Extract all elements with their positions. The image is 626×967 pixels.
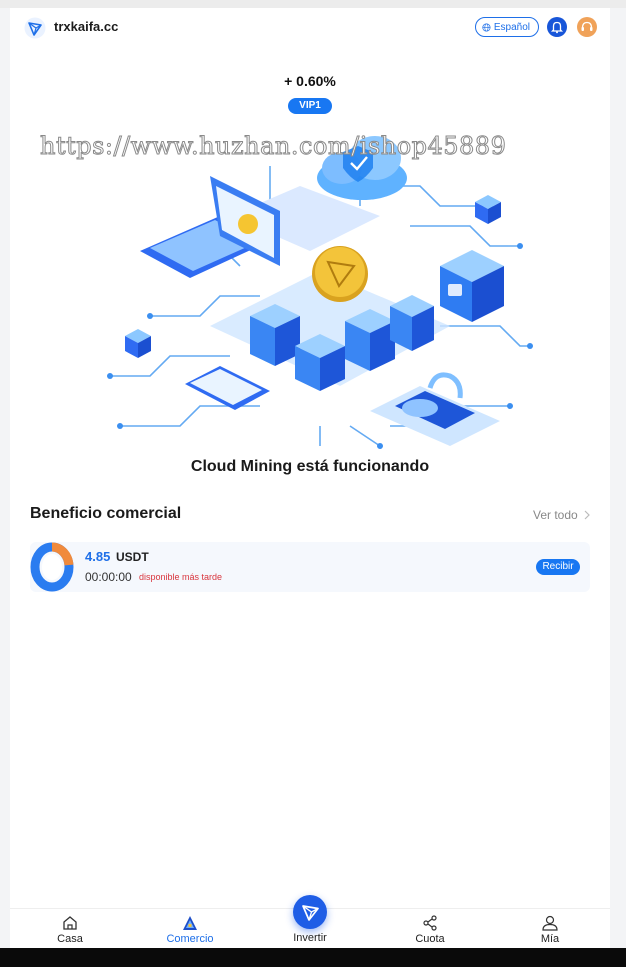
bell-icon [550, 21, 564, 34]
tab-home[interactable]: Casa [10, 909, 130, 948]
tab-invest-label: Invertir [293, 932, 327, 944]
reward-amount: 4.85 [85, 549, 111, 564]
home-icon [63, 916, 77, 930]
mining-status: Cloud Mining está funcionando [190, 458, 430, 475]
reward-unit: USDT [116, 550, 149, 564]
support-icon [581, 21, 593, 31]
countdown-timer: 00:00:00 [85, 570, 132, 584]
invest-center-button[interactable] [293, 895, 327, 929]
tab-trade[interactable]: Comercio [130, 909, 250, 948]
language-selector[interactable]: Español [475, 17, 539, 37]
share-icon [423, 915, 437, 931]
app-header: trxkaifa.cc Español [10, 8, 610, 48]
tab-share-label: Cuota [415, 933, 445, 945]
tab-home-label: Casa [57, 933, 83, 945]
user-icon [542, 915, 558, 931]
app-screen: trxkaifa.cc Español + 0.60% VIP1 https:/… [10, 8, 610, 948]
view-all-link[interactable]: Ver todo [533, 508, 590, 522]
tron-logo-icon [24, 17, 46, 39]
browser-top-strip [0, 0, 626, 8]
tab-share[interactable]: Cuota [370, 909, 490, 948]
mining-reward-card [30, 542, 590, 592]
tab-mine-label: Mía [540, 933, 560, 945]
notifications-button[interactable] [547, 17, 567, 37]
progress-ring-icon [30, 542, 74, 592]
cloud-mining-illustration [107, 136, 533, 449]
tab-trade-label: Comercio [166, 933, 214, 945]
tab-mine[interactable]: Mía [490, 909, 610, 948]
mining-pyramid-icon [183, 916, 197, 930]
section-title: Beneficio comercial [30, 505, 182, 522]
browser-bottom-strip [0, 948, 626, 967]
language-label: Español [493, 21, 530, 33]
chevron-right-icon [584, 510, 590, 520]
brand-name: trxkaifa.cc [54, 19, 119, 34]
vip-badge: VIP1 [288, 98, 332, 114]
support-button[interactable] [577, 17, 597, 37]
profit-rate: + 0.60% [284, 73, 336, 89]
globe-icon [482, 22, 491, 32]
tron-logo-icon [302, 905, 319, 921]
claim-button[interactable]: Recibir [536, 559, 580, 575]
view-all-label: Ver todo [533, 508, 578, 522]
availability-note: disponible más tarde [139, 572, 223, 582]
watermark-text: https://www.huzhan.com/ishop45889 [39, 132, 507, 161]
